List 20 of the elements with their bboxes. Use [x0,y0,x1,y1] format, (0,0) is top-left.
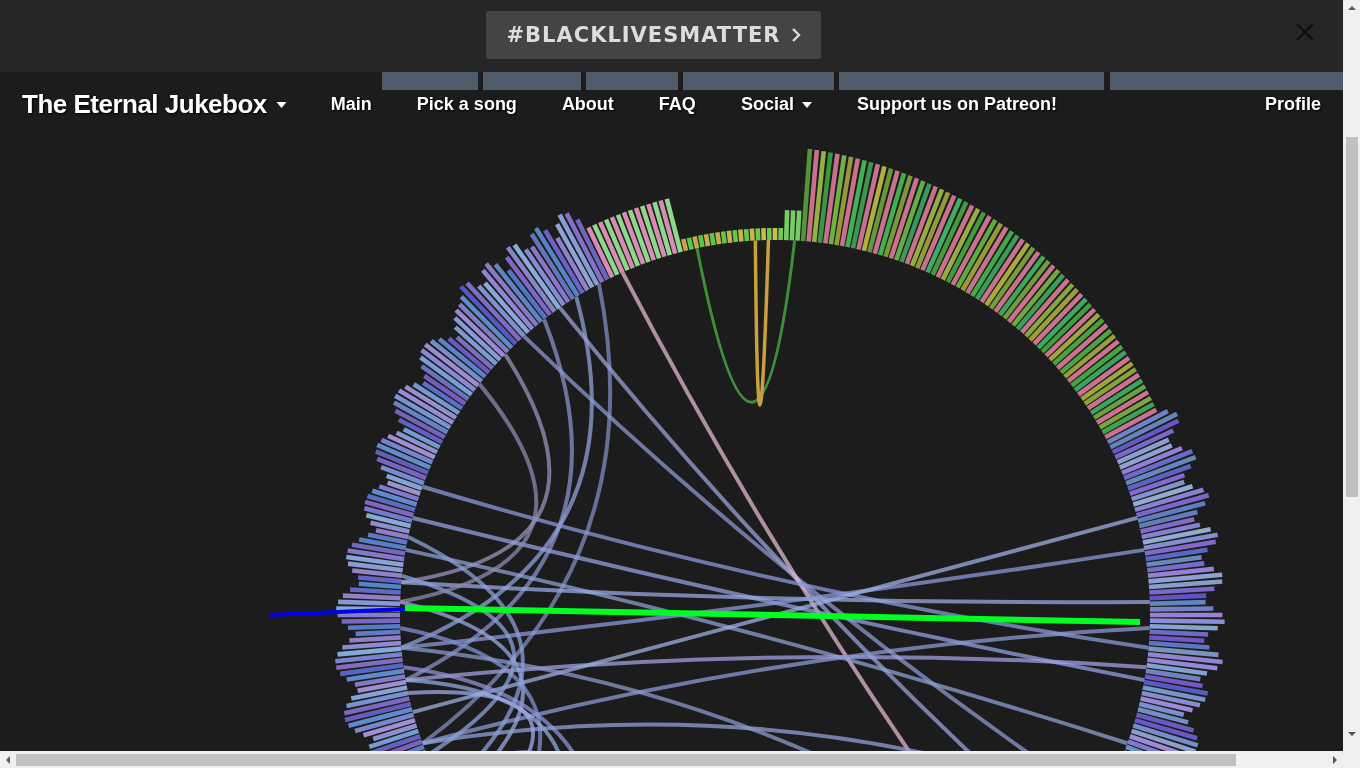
caret-icon [801,101,812,108]
chevron-icon [790,27,801,43]
nav-link[interactable]: Main [330,94,372,115]
scroll-up-icon[interactable] [1347,4,1356,12]
scroll-left-icon[interactable] [4,755,12,764]
scrollbar-thumb[interactable] [16,753,1236,766]
vertical-scrollbar[interactable] [1343,0,1360,768]
profile-link[interactable]: Profile [1265,94,1321,115]
nav-dropdown[interactable]: Social [740,94,812,115]
scroll-right-icon[interactable] [1331,755,1339,764]
nav-link[interactable]: FAQ [658,94,696,115]
banner-button[interactable]: #BLACKLIVESMATTER [486,11,821,59]
scroll-down-icon[interactable] [1347,730,1356,738]
scrollbar-thumb[interactable] [1345,137,1358,497]
nav-link[interactable]: Pick a song [416,94,517,115]
caret-icon [275,101,287,108]
horizontal-scrollbar[interactable] [0,751,1343,768]
nav-link[interactable]: Support us on Patreon! [856,94,1057,115]
nav-link[interactable]: About [561,94,614,115]
brand-link[interactable]: The Eternal Jukebox [22,89,287,120]
